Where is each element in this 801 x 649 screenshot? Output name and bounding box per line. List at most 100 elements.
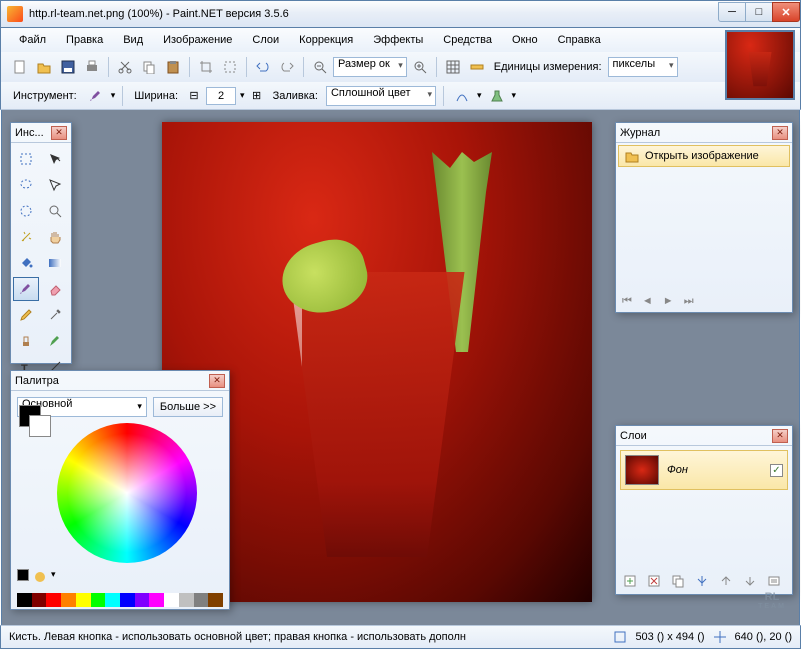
print-button[interactable]: [81, 56, 103, 78]
menu-image[interactable]: Изображение: [155, 31, 240, 49]
copy-button[interactable]: [138, 56, 160, 78]
layer-up[interactable]: [716, 571, 736, 591]
layers-close[interactable]: ✕: [772, 429, 788, 443]
tools-close[interactable]: ✕: [51, 126, 67, 140]
menu-help[interactable]: Справка: [550, 31, 609, 49]
close-button[interactable]: ✕: [772, 2, 800, 22]
window-title: http.rl-team.net.png (100%) - Paint.NET …: [29, 8, 719, 20]
tool-clone[interactable]: [13, 329, 39, 353]
blend-button[interactable]: [486, 85, 508, 107]
zoom-in-button[interactable]: [409, 56, 431, 78]
antialias-button[interactable]: [451, 85, 473, 107]
maximize-button[interactable]: □: [745, 2, 773, 22]
tool-zoom[interactable]: [42, 199, 68, 223]
tool-move-select[interactable]: [42, 147, 68, 171]
width-label: Ширина:: [130, 90, 182, 102]
new-button[interactable]: [9, 56, 31, 78]
chevron-down-icon[interactable]: ▾: [240, 90, 245, 101]
menu-view[interactable]: Вид: [115, 31, 151, 49]
image-thumbnail[interactable]: [725, 30, 795, 100]
redo-button[interactable]: [276, 56, 298, 78]
history-last[interactable]: ⏭: [684, 295, 694, 308]
swatch-black[interactable]: [17, 569, 29, 581]
layer-visible-checkbox[interactable]: ✓: [770, 464, 783, 477]
tool-recolor[interactable]: [42, 329, 68, 353]
zoom-select[interactable]: Размер ок: [333, 57, 407, 77]
merge-icon: [695, 574, 709, 588]
menu-window[interactable]: Окно: [504, 31, 546, 49]
layer-item[interactable]: Фон ✓: [620, 450, 788, 490]
deselect-button[interactable]: [219, 56, 241, 78]
minimize-button[interactable]: ─: [718, 2, 746, 22]
zoom-out-icon: [313, 60, 327, 74]
history-undo[interactable]: ◄: [642, 295, 653, 308]
tool-fill[interactable]: [13, 251, 39, 275]
layers-title: Слои: [620, 430, 772, 442]
chevron-down-icon[interactable]: ▾: [477, 90, 482, 101]
layer-duplicate[interactable]: [668, 571, 688, 591]
tool-brush[interactable]: [13, 277, 39, 301]
history-item[interactable]: Открыть изображение: [618, 145, 790, 167]
history-close[interactable]: ✕: [772, 126, 788, 140]
tool-picker[interactable]: [42, 303, 68, 327]
tool-rect-select[interactable]: [13, 147, 39, 171]
layer-delete[interactable]: [644, 571, 664, 591]
tool-options-bar: Инструмент: ▾ Ширина: ⊟ ▾ ⊞ Заливка: Спл…: [0, 82, 801, 110]
layer-add[interactable]: [620, 571, 640, 591]
tool-move[interactable]: [42, 173, 68, 197]
grid-button[interactable]: [442, 56, 464, 78]
chevron-down-icon[interactable]: ▾: [51, 569, 56, 585]
layer-thumbnail: [625, 455, 659, 485]
brush-icon: [89, 89, 103, 103]
redo-icon: [280, 60, 294, 74]
chevron-down-icon[interactable]: ▾: [111, 90, 116, 101]
crop-button[interactable]: [195, 56, 217, 78]
ruler-button[interactable]: [466, 56, 488, 78]
delete-icon: [647, 574, 661, 588]
zoom-icon: [48, 204, 62, 218]
app-icon: [7, 6, 23, 22]
undo-button[interactable]: [252, 56, 274, 78]
color-wheel[interactable]: [57, 423, 197, 563]
open-button[interactable]: [33, 56, 55, 78]
stamp-icon: [19, 334, 33, 348]
chevron-down-icon[interactable]: ▾: [512, 90, 517, 101]
menu-edit[interactable]: Правка: [58, 31, 111, 49]
units-select[interactable]: пикселы: [608, 57, 678, 77]
picker-icon: [48, 308, 62, 322]
history-item-label: Открыть изображение: [645, 150, 759, 162]
colors-close[interactable]: ✕: [209, 374, 225, 388]
menu-file[interactable]: Файл: [11, 31, 54, 49]
color-strip[interactable]: [17, 593, 223, 607]
layer-merge[interactable]: [692, 571, 712, 591]
arrow-icon: [48, 178, 62, 192]
cut-button[interactable]: [114, 56, 136, 78]
menu-tools[interactable]: Средства: [435, 31, 500, 49]
menu-effects[interactable]: Эффекты: [365, 31, 431, 49]
save-button[interactable]: [57, 56, 79, 78]
secondary-color[interactable]: [29, 415, 51, 437]
tool-lasso[interactable]: [13, 173, 39, 197]
tool-gradient[interactable]: [42, 251, 68, 275]
menu-bar: Файл Правка Вид Изображение Слои Коррекц…: [0, 28, 801, 52]
menu-layers[interactable]: Слои: [244, 31, 287, 49]
tool-pencil[interactable]: [13, 303, 39, 327]
tool-pan[interactable]: [42, 225, 68, 249]
menu-adjust[interactable]: Коррекция: [291, 31, 361, 49]
zoom-out-button[interactable]: [309, 56, 331, 78]
history-redo[interactable]: ►: [663, 295, 674, 308]
width-increase[interactable]: ⊞: [249, 85, 265, 107]
history-first[interactable]: ⏮: [622, 295, 632, 308]
fill-select[interactable]: Сплошной цвет: [326, 86, 436, 106]
paste-button[interactable]: [162, 56, 184, 78]
tool-ellipse-select[interactable]: [13, 199, 39, 223]
tool-wand[interactable]: [13, 225, 39, 249]
more-button[interactable]: Больше >>: [153, 397, 223, 417]
tools-panel: Инс...✕ T: [10, 122, 72, 364]
tool-eraser[interactable]: [42, 277, 68, 301]
width-decrease[interactable]: ⊟: [186, 85, 202, 107]
palette-menu[interactable]: [32, 569, 48, 585]
grid-icon: [446, 60, 460, 74]
width-input[interactable]: [206, 87, 236, 105]
current-tool-icon[interactable]: [85, 85, 107, 107]
